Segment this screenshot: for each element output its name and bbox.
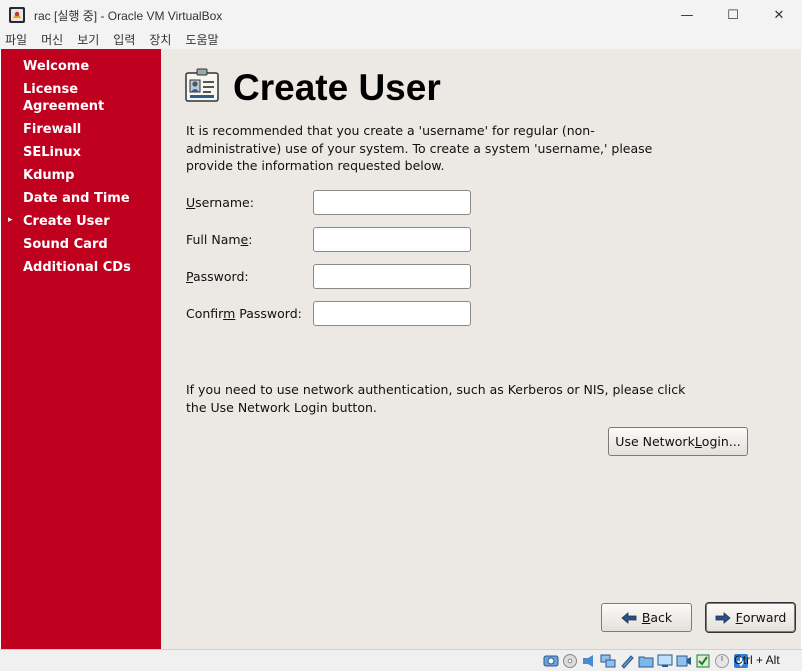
setup-steps-sidebar: Welcome License Agreement Firewall SELin…	[1, 49, 161, 649]
arrow-left-icon	[621, 611, 637, 624]
window-titlebar: rac [실행 중] - Oracle VM VirtualBox — ☐ ✕	[0, 0, 802, 30]
minimize-icon: —	[680, 7, 694, 23]
maximize-icon: ☐	[727, 7, 739, 23]
vm-status-bar: Ctrl + Alt	[0, 649, 802, 671]
password-input[interactable]	[313, 264, 471, 289]
use-network-login-button[interactable]: Use Network Login...	[608, 427, 748, 456]
menu-input[interactable]: 입력	[113, 31, 135, 48]
minimize-button[interactable]: —	[664, 0, 710, 30]
shared-folder-icon[interactable]	[638, 653, 654, 669]
menu-bar: 파일 머신 보기 입력 장치 도움말	[0, 30, 802, 49]
step-additional-cds: Additional CDs	[23, 260, 131, 275]
forward-button[interactable]: Forward	[706, 603, 795, 632]
host-key-label: Ctrl + Alt	[734, 653, 780, 667]
back-button[interactable]: Back	[601, 603, 692, 632]
step-date-and-time: Date and Time	[23, 191, 130, 206]
optical-drive-icon[interactable]	[562, 653, 578, 669]
confirm-password-input[interactable]	[313, 301, 471, 326]
create-user-description: It is recommended that you create a 'use…	[186, 123, 653, 173]
full-name-label: Full Name:	[186, 232, 253, 247]
menu-devices[interactable]: 장치	[149, 31, 171, 48]
username-input[interactable]	[313, 190, 471, 215]
username-label: Username:	[186, 195, 254, 210]
display-icon[interactable]	[657, 653, 673, 669]
step-welcome: Welcome	[23, 59, 90, 74]
step-create-user: Create User	[23, 214, 110, 229]
confirm-password-label: Confirm Password:	[186, 306, 302, 321]
create-user-panel: Create User It is recommended that you c…	[161, 49, 801, 649]
usb-icon[interactable]	[619, 653, 635, 669]
step-sound-card: Sound Card	[23, 237, 108, 252]
id-badge-icon	[185, 68, 219, 102]
network-icon[interactable]	[600, 653, 616, 669]
menu-view[interactable]: 보기	[77, 31, 99, 48]
menu-help[interactable]: 도움말	[185, 31, 218, 48]
page-title: Create User	[233, 67, 441, 108]
step-license-agreement: License Agreement	[23, 82, 105, 114]
virtualbox-icon	[9, 7, 25, 23]
window-title: rac [실행 중] - Oracle VM VirtualBox	[34, 8, 223, 23]
full-name-input[interactable]	[313, 227, 471, 252]
step-firewall: Firewall	[23, 122, 82, 137]
maximize-button[interactable]: ☐	[710, 0, 756, 30]
current-step-arrow-icon: ▸	[8, 215, 13, 225]
step-selinux: SELinux	[23, 145, 81, 160]
video-capture-icon[interactable]	[676, 653, 692, 669]
audio-icon[interactable]	[581, 653, 597, 669]
arrow-right-icon	[715, 611, 731, 624]
menu-file[interactable]: 파일	[5, 31, 27, 48]
step-kdump: Kdump	[23, 168, 75, 183]
mouse-integration-icon[interactable]	[714, 653, 730, 669]
close-icon: ✕	[773, 7, 785, 23]
hard-disk-icon[interactable]	[543, 653, 559, 669]
close-button[interactable]: ✕	[756, 0, 802, 30]
network-login-description: If you need to use network authenticatio…	[186, 382, 686, 415]
password-label: Password:	[186, 269, 249, 284]
guest-screen[interactable]: Welcome License Agreement Firewall SELin…	[1, 49, 801, 649]
menu-machine[interactable]: 머신	[41, 31, 63, 48]
cpu-icon[interactable]	[695, 653, 711, 669]
